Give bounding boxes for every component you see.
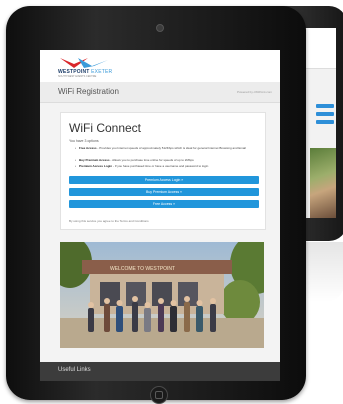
home-button-icon[interactable] [150, 386, 168, 404]
venue-photo: WELCOME TO WESTPOINT [60, 242, 264, 348]
page-title-bar: WiFi Registration Powered by cWiPoint.co… [40, 82, 280, 103]
panel-intro: You have 3 options [69, 139, 99, 143]
option-buy-premium: Buy Premium Access - Allows you to purch… [75, 158, 257, 162]
option-free-access: Free Access - Provides you Internet spee… [75, 146, 257, 150]
page-title: WiFi Registration [58, 87, 119, 96]
panel-heading: WiFi Connect [69, 121, 142, 135]
option-premium-login: Premium Access Login - If you have purch… [75, 164, 257, 168]
brand-tagline: SOUTH WEST EVENTS CENTRE [58, 75, 97, 78]
buy-premium-access-button[interactable]: Buy Premium Access » [69, 188, 259, 196]
useful-links-heading: Useful Links [58, 367, 91, 373]
tablet-screen: WESTPOINT EXETER SOUTH WEST EVENTS CENTR… [40, 50, 280, 381]
terms-text[interactable]: By using this service you agree to the T… [69, 219, 149, 223]
wifi-connect-panel: WiFi Connect You have 3 options Free Acc… [60, 112, 266, 230]
venue-photo-slider[interactable]: WELCOME TO WESTPOINT [60, 242, 264, 348]
powered-by-link[interactable]: Powered by cWiPoint.com [237, 90, 272, 94]
premium-access-login-button[interactable]: Premium Access Login » [69, 176, 259, 184]
building-sign: WELCOME TO WESTPOINT [110, 266, 175, 272]
tablet-frame: WESTPOINT EXETER SOUTH WEST EVENTS CENTR… [6, 6, 306, 404]
footer: Useful Links [40, 362, 280, 381]
free-access-button[interactable]: Free Access » [69, 200, 259, 208]
site-header: WESTPOINT EXETER SOUTH WEST EVENTS CENTR… [40, 50, 280, 82]
camera-icon [156, 24, 164, 32]
slider-dots [146, 340, 179, 344]
